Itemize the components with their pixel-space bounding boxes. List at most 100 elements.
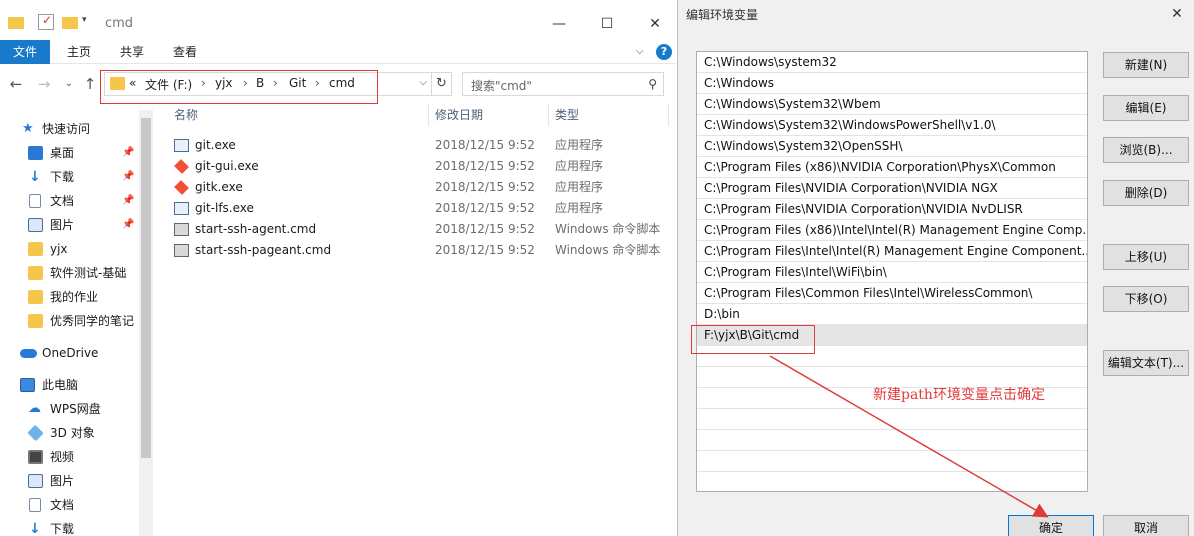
recent-locations-icon[interactable]: ⌄ xyxy=(60,74,78,94)
file-row[interactable]: git.exe 2018/12/15 9:52 应用程序 xyxy=(164,135,676,156)
customize-toolbar-icon[interactable]: ▾ xyxy=(82,15,87,25)
path-list-item[interactable]: C:\Windows\system32 xyxy=(697,52,1087,73)
sidebar-item-documents-pc[interactable]: 文档 xyxy=(0,493,139,517)
download-icon: ↓ xyxy=(29,521,41,536)
file-type: 应用程序 xyxy=(555,180,604,194)
path-list-item[interactable]: D:\bin xyxy=(697,304,1087,325)
sidebar-item-documents[interactable]: 文档 📌 xyxy=(0,189,139,213)
path-list-item[interactable]: C:\Windows\System32\OpenSSH\ xyxy=(697,136,1087,157)
scrollbar-thumb[interactable] xyxy=(141,118,151,458)
edit-text-button[interactable]: 编辑文本(T)... xyxy=(1103,350,1189,376)
sidebar-item-downloads[interactable]: ↓ 下载 📌 xyxy=(0,165,139,189)
path-list-item[interactable]: C:\Program Files\NVIDIA Corporation\NVID… xyxy=(697,178,1087,199)
chevron-down-icon[interactable]: ⌵ xyxy=(636,46,644,57)
refresh-icon[interactable]: ↻ xyxy=(432,72,452,96)
path-list-empty-row[interactable] xyxy=(697,451,1087,472)
column-divider[interactable] xyxy=(668,104,669,126)
pin-icon[interactable]: 📌 xyxy=(122,189,134,213)
path-list-item[interactable]: C:\Program Files\Intel\WiFi\bin\ xyxy=(697,262,1087,283)
exe-icon xyxy=(174,139,189,152)
tab-file[interactable]: 文件 xyxy=(0,40,50,64)
sidebar-item-notes[interactable]: 优秀同学的笔记 xyxy=(0,309,139,333)
delete-button[interactable]: 删除(D) xyxy=(1103,180,1189,206)
cancel-button[interactable]: 取消 xyxy=(1103,515,1189,536)
column-header-date[interactable]: 修改日期 xyxy=(435,102,483,128)
folder-icon xyxy=(28,242,43,256)
close-icon[interactable]: ✕ xyxy=(1165,2,1189,26)
video-icon xyxy=(28,450,43,464)
sidebar-item-yjx[interactable]: yjx xyxy=(0,237,139,261)
forward-arrow-icon[interactable]: → xyxy=(35,74,53,94)
path-list-empty-row[interactable] xyxy=(697,472,1087,491)
pin-icon[interactable]: 📌 xyxy=(122,213,134,237)
sidebar-item-pictures[interactable]: 图片 📌 xyxy=(0,213,139,237)
file-name: gitk.exe xyxy=(195,180,243,194)
new-folder-icon[interactable] xyxy=(62,17,78,29)
sidebar-item-label: 桌面 xyxy=(50,146,75,160)
browse-button[interactable]: 浏览(B)... xyxy=(1103,137,1189,163)
maximize-button[interactable]: ☐ xyxy=(593,10,621,38)
path-list-item[interactable]: C:\Program Files\NVIDIA Corporation\NVID… xyxy=(697,199,1087,220)
file-date: 2018/12/15 9:52 xyxy=(435,180,535,194)
back-arrow-icon[interactable]: ← xyxy=(7,74,25,94)
help-icon[interactable]: ? xyxy=(656,44,672,60)
sidebar-item-this-pc[interactable]: 此电脑 xyxy=(0,373,139,397)
path-list-item[interactable]: C:\Windows xyxy=(697,73,1087,94)
tab-home[interactable]: 主页 xyxy=(58,40,100,64)
path-list-item[interactable]: C:\Windows\System32\Wbem xyxy=(697,94,1087,115)
tab-view[interactable]: 查看 xyxy=(164,40,206,64)
pin-icon[interactable]: 📌 xyxy=(122,165,134,189)
sidebar-item-quick-access[interactable]: ★ 快速访问 xyxy=(0,117,139,141)
column-header-name[interactable]: 名称 xyxy=(174,102,198,128)
path-list-item[interactable]: C:\Windows\System32\WindowsPowerShell\v1… xyxy=(697,115,1087,136)
path-list-item[interactable]: C:\Program Files (x86)\Intel\Intel(R) Ma… xyxy=(697,220,1087,241)
column-divider[interactable] xyxy=(428,104,429,126)
dialog-title: 编辑环境变量 xyxy=(686,8,759,22)
move-up-button[interactable]: 上移(U) xyxy=(1103,244,1189,270)
tab-share[interactable]: 共享 xyxy=(111,40,153,64)
sidebar-item-label: 文档 xyxy=(50,498,75,512)
properties-icon[interactable]: ✓ xyxy=(38,13,54,30)
path-list-item[interactable]: C:\Program Files (x86)\NVIDIA Corporatio… xyxy=(697,157,1087,178)
close-button[interactable]: ✕ xyxy=(641,10,669,38)
cloud-icon xyxy=(20,349,37,358)
new-button[interactable]: 新建(N) xyxy=(1103,52,1189,78)
path-list-empty-row[interactable] xyxy=(697,430,1087,451)
sidebar-item-videos[interactable]: 视频 xyxy=(0,445,139,469)
up-arrow-icon[interactable]: ↑ xyxy=(81,74,99,94)
sidebar-item-desktop[interactable]: 桌面 📌 xyxy=(0,141,139,165)
column-header-type[interactable]: 类型 xyxy=(555,102,579,128)
search-icon[interactable]: ⚲ xyxy=(648,77,657,91)
folder-icon xyxy=(28,314,43,328)
file-row[interactable]: start-ssh-agent.cmd 2018/12/15 9:52 Wind… xyxy=(164,219,676,240)
file-row[interactable]: start-ssh-pageant.cmd 2018/12/15 9:52 Wi… xyxy=(164,240,676,261)
file-row[interactable]: git-lfs.exe 2018/12/15 9:52 应用程序 xyxy=(164,198,676,219)
file-date: 2018/12/15 9:52 xyxy=(435,138,535,152)
cmd-script-icon xyxy=(174,223,189,236)
minimize-button[interactable]: — xyxy=(545,10,573,38)
path-list-empty-row[interactable] xyxy=(697,409,1087,430)
sidebar-item-3d-objects[interactable]: 3D 对象 xyxy=(0,421,139,445)
pin-icon[interactable]: 📌 xyxy=(122,141,134,165)
sidebar-item-onedrive[interactable]: OneDrive xyxy=(0,341,139,365)
sidebar-item-software-testing[interactable]: 软件测试-基础 xyxy=(0,261,139,285)
sidebar-item-downloads-pc[interactable]: ↓ 下载 xyxy=(0,517,139,536)
chevron-down-icon[interactable]: ⌵ xyxy=(419,77,427,88)
sidebar-item-wps-drive[interactable]: ☁ WPS网盘 xyxy=(0,397,139,421)
file-row[interactable]: gitk.exe 2018/12/15 9:52 应用程序 xyxy=(164,177,676,198)
sidebar-item-pictures-pc[interactable]: 图片 xyxy=(0,469,139,493)
ok-button[interactable]: 确定 xyxy=(1008,515,1094,536)
file-explorer-window: ✓ ▾ cmd — ☐ ✕ 文件 主页 共享 查看 ⌵ ? ← → ⌄ ↑ « … xyxy=(0,0,676,536)
sidebar-scrollbar[interactable] xyxy=(139,110,153,536)
path-list-item[interactable]: C:\Program Files\Common Files\Intel\Wire… xyxy=(697,283,1087,304)
file-row[interactable]: git-gui.exe 2018/12/15 9:52 应用程序 xyxy=(164,156,676,177)
file-name: start-ssh-agent.cmd xyxy=(195,222,317,236)
path-list[interactable]: C:\Windows\system32 C:\Windows C:\Windows\… xyxy=(696,51,1088,492)
search-input[interactable]: 搜索"cmd" ⚲ xyxy=(462,72,664,96)
download-icon: ↓ xyxy=(29,169,41,185)
column-divider[interactable] xyxy=(548,104,549,126)
path-list-item[interactable]: C:\Program Files\Intel\Intel(R) Manageme… xyxy=(697,241,1087,262)
edit-button[interactable]: 编辑(E) xyxy=(1103,95,1189,121)
sidebar-item-my-homework[interactable]: 我的作业 xyxy=(0,285,139,309)
move-down-button[interactable]: 下移(O) xyxy=(1103,286,1189,312)
